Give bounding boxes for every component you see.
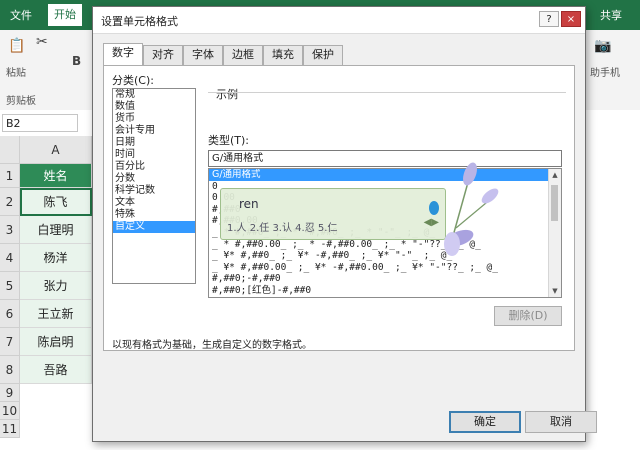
help-button[interactable]: ? xyxy=(539,11,559,27)
format-item[interactable]: #,##0;[红色]-#,##0 xyxy=(209,285,561,297)
paste-label: 粘贴 xyxy=(6,68,26,79)
clipboard-group-label: 剪贴板 xyxy=(6,96,36,107)
category-item[interactable]: 货币 xyxy=(113,113,195,125)
category-item[interactable]: 日期 xyxy=(113,137,195,149)
ime-flower-decoration-icon xyxy=(429,162,499,256)
cell-a3[interactable]: 白理明 xyxy=(20,216,92,244)
row-header[interactable]: 3 xyxy=(0,216,20,244)
row-header[interactable]: 8 xyxy=(0,356,20,384)
column-header-a[interactable]: A xyxy=(20,136,92,164)
cut-icon[interactable]: ✂ xyxy=(36,34,48,50)
row-header[interactable]: 6 xyxy=(0,300,20,328)
row-header[interactable]: 5 xyxy=(0,272,20,300)
category-item[interactable]: 科学记数 xyxy=(113,185,195,197)
format-item-general[interactable]: G/通用格式 xyxy=(209,169,561,181)
tab-number[interactable]: 数字 xyxy=(103,43,143,66)
format-item[interactable]: #,##0;-#,##0 xyxy=(209,273,561,285)
row-header[interactable]: 1 xyxy=(0,164,20,188)
row-header[interactable]: 11 xyxy=(0,420,20,438)
bold-icon[interactable]: B xyxy=(72,54,81,68)
sample-preview xyxy=(208,92,566,127)
cell-a8[interactable]: 吾路 xyxy=(20,356,92,384)
tab-alignment[interactable]: 对齐 xyxy=(143,45,183,65)
camera-icon[interactable]: 📷 xyxy=(594,38,611,54)
dialog-tabs: 数字 对齐 字体 边框 填充 保护 xyxy=(103,43,573,66)
tab-file[interactable]: 文件 xyxy=(10,7,32,23)
scroll-down-arrow-icon[interactable]: ▼ xyxy=(549,285,561,297)
category-item[interactable]: 会计专用 xyxy=(113,125,195,137)
scroll-thumb[interactable] xyxy=(551,185,558,221)
tab-fill[interactable]: 填充 xyxy=(263,45,303,65)
format-item[interactable]: _ ¥* #,##0.00_ ;_ ¥* -#,##0.00_ ;_ ¥* "-… xyxy=(209,262,561,274)
ime-composition-text: ren xyxy=(239,197,259,211)
dialog-title: 设置单元格格式 xyxy=(101,15,178,28)
category-item[interactable]: 分数 xyxy=(113,173,195,185)
row-header[interactable]: 2 xyxy=(0,188,20,216)
tab-protection[interactable]: 保护 xyxy=(303,45,343,65)
cell-a7[interactable]: 陈启明 xyxy=(20,328,92,356)
select-all-corner[interactable] xyxy=(0,136,20,164)
category-list[interactable]: 常规 数值 货币 会计专用 日期 时间 百分比 分数 科学记数 文本 特殊 自定… xyxy=(112,88,196,284)
delete-button[interactable]: 删除(D) xyxy=(494,306,562,326)
name-box[interactable]: B2 xyxy=(2,114,78,132)
cell-a4[interactable]: 杨洋 xyxy=(20,244,92,272)
dialog-titlebar[interactable]: 设置单元格格式 ? × xyxy=(93,7,585,34)
row-header[interactable]: 4 xyxy=(0,244,20,272)
row-header[interactable]: 7 xyxy=(0,328,20,356)
format-item[interactable]: _ ¥* #,##0_ ;_ ¥* -#,##0_ ;_ ¥* "-"_ ;_ … xyxy=(209,250,561,262)
row-header[interactable]: 10 xyxy=(0,402,20,420)
ime-candidates[interactable]: 1.人 2.任 3.认 4.忍 5.仁 xyxy=(227,219,337,234)
category-item[interactable]: 百分比 xyxy=(113,161,195,173)
scroll-up-arrow-icon[interactable]: ▲ xyxy=(549,169,561,181)
category-item[interactable]: 特殊 xyxy=(113,209,195,221)
format-item[interactable]: _ * #,##0.00_ ;_ * -#,##0.00_ ;_ * "-"??… xyxy=(209,239,561,251)
ok-button[interactable]: 确定 xyxy=(449,411,521,433)
category-item[interactable]: 数值 xyxy=(113,101,195,113)
category-item[interactable]: 时间 xyxy=(113,149,195,161)
paste-icon[interactable]: 📋 xyxy=(8,38,25,54)
ribbon-right-label: 助手机 xyxy=(590,68,620,79)
type-label: 类型(T): xyxy=(208,134,250,147)
cancel-button[interactable]: 取消 xyxy=(525,411,597,433)
category-item[interactable]: 常规 xyxy=(113,89,195,101)
cell-a5[interactable]: 张力 xyxy=(20,272,92,300)
cell-a6[interactable]: 王立新 xyxy=(20,300,92,328)
tab-home[interactable]: 开始 xyxy=(48,4,82,26)
category-label: 分类(C): xyxy=(112,74,154,87)
category-item[interactable]: 文本 xyxy=(113,197,195,209)
type-input[interactable]: G/通用格式 xyxy=(208,150,562,167)
cell-a1[interactable]: 姓名 xyxy=(20,164,92,188)
tab-font[interactable]: 字体 xyxy=(183,45,223,65)
share-button[interactable]: 共享 xyxy=(600,7,622,23)
format-list-scrollbar[interactable]: ▲ ▼ xyxy=(548,169,561,297)
close-button[interactable]: × xyxy=(561,11,581,27)
tab-border[interactable]: 边框 xyxy=(223,45,263,65)
category-item-custom[interactable]: 自定义 xyxy=(113,221,195,233)
cell-a2[interactable]: 陈飞 xyxy=(20,188,92,216)
row-header[interactable]: 9 xyxy=(0,384,20,402)
description-text: 以现有格式为基础，生成自定义的数字格式。 xyxy=(112,340,312,351)
